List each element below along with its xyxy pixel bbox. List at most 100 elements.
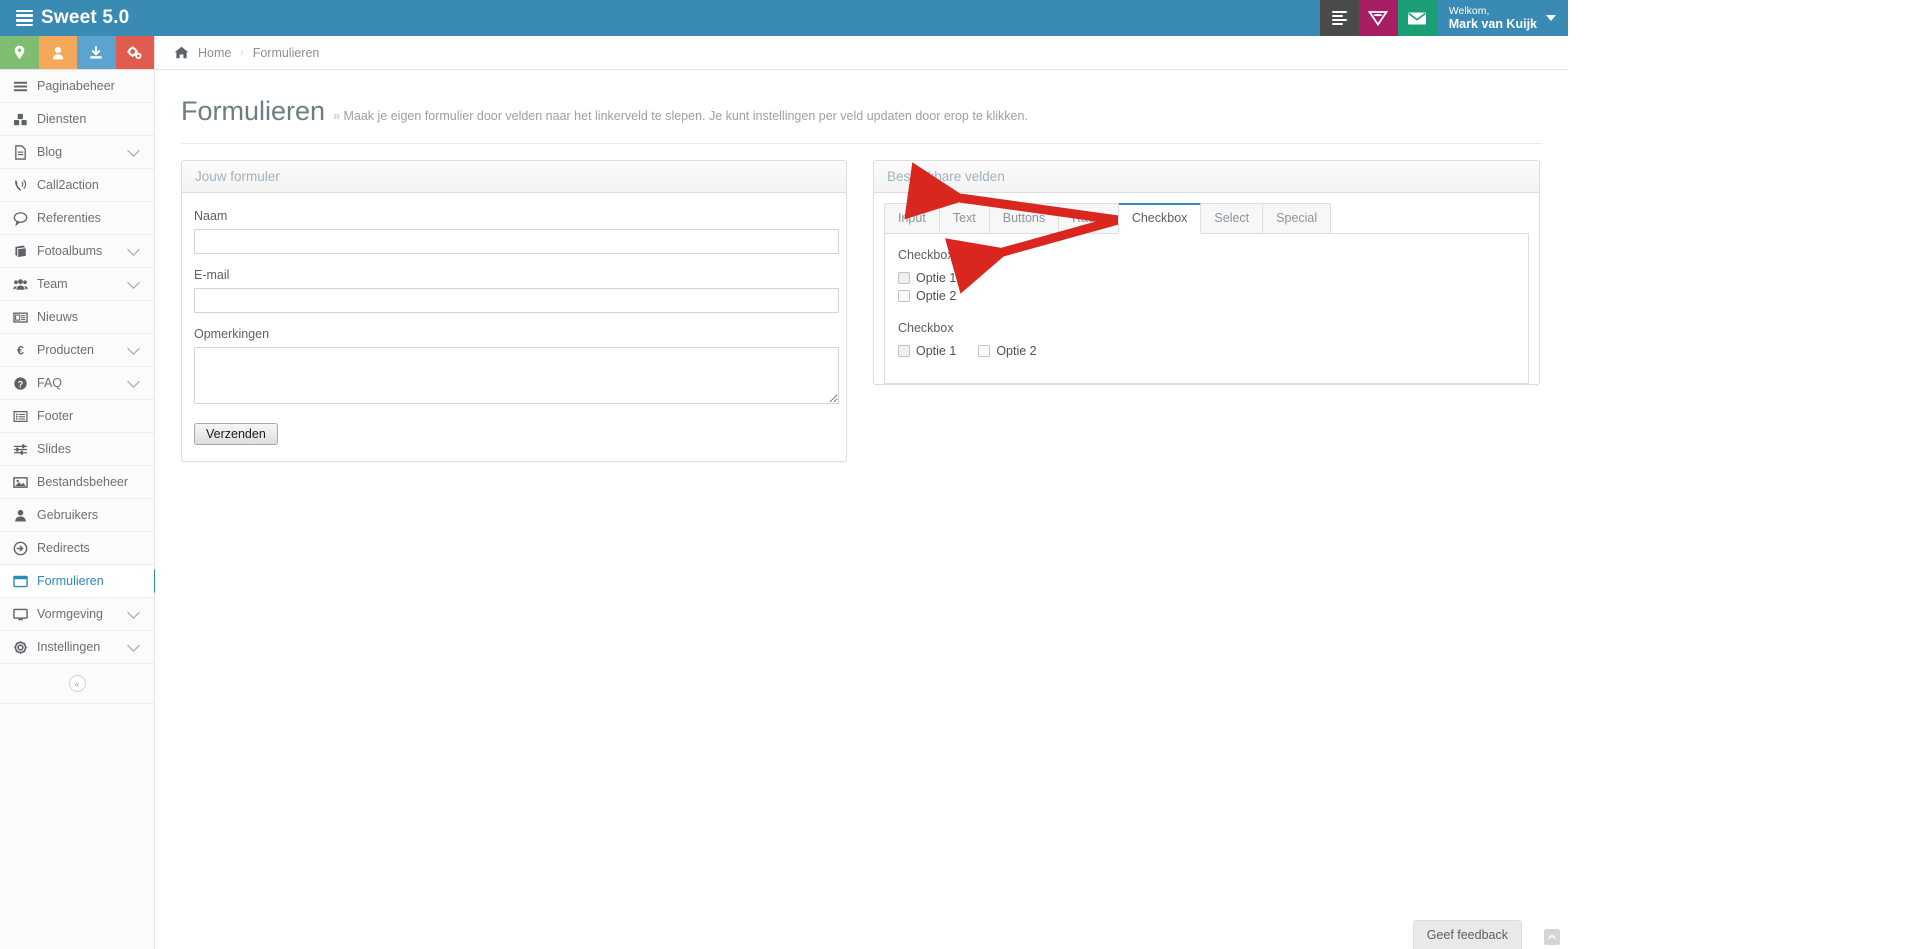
sidebar-item-blog[interactable]: Blog <box>0 136 154 169</box>
feedback-button[interactable]: Geef feedback <box>1412 920 1522 949</box>
checkbox-option[interactable]: Optie 1 <box>898 271 1515 285</box>
page-title: Formulieren <box>181 96 326 126</box>
mail-button[interactable] <box>1397 0 1437 36</box>
sidebar-collapse-button[interactable]: « <box>68 675 86 692</box>
available-fields-panel-title: Beschikbare velden <box>887 169 1005 184</box>
chevron-down-icon <box>127 143 140 157</box>
checkbox-icon[interactable] <box>978 344 991 357</box>
chevron-down-icon <box>1546 15 1556 21</box>
download-button[interactable] <box>77 36 116 69</box>
user-button[interactable] <box>38 36 77 69</box>
checkbox-tab-panel: Checkbox Optie 1 Optie 2 Checkbox Optie 1 Opt… <box>884 233 1529 384</box>
chevron-down-icon <box>127 242 140 256</box>
your-form-panel: Jouw formuler Naam E-mail Opmerkingen Verze… <box>181 160 847 462</box>
sidebar-item-producten[interactable]: € Producten <box>0 334 154 367</box>
tab-select[interactable]: Select <box>1200 203 1264 233</box>
naam-input[interactable] <box>194 229 839 254</box>
user-name: Mark van Kuijk <box>1448 16 1537 31</box>
sidebar-item-label: Fotoalbums <box>37 244 103 258</box>
sidebar-item-call2action[interactable]: Call2action <box>0 169 154 202</box>
location-pin-icon <box>14 45 25 60</box>
cog-icon <box>13 640 33 655</box>
scroll-to-top-button[interactable] <box>1544 929 1560 945</box>
sidebar-item-footer[interactable]: Footer <box>0 400 154 433</box>
sidebar-item-team[interactable]: Team <box>0 268 154 301</box>
location-button[interactable] <box>0 36 39 69</box>
sidebar-item-fotoalbums[interactable]: Fotoalbums <box>0 235 154 268</box>
hamburger-icon <box>13 79 33 94</box>
brand-title: Sweet 5.0 <box>41 7 130 28</box>
sidebar-item-vormgeving[interactable]: Vormgeving <box>0 598 154 631</box>
sidebar-item-gebruikers[interactable]: Gebruikers <box>0 499 154 532</box>
comment-icon <box>13 211 33 226</box>
e-mail-input[interactable] <box>194 288 839 313</box>
sidebar-item-label: Nieuws <box>37 310 78 324</box>
sidebar-item-faq[interactable]: ? FAQ <box>0 367 154 400</box>
body: Paginabeheer Diensten Blog Call2action Refer… <box>0 70 1568 949</box>
file-text-icon <box>13 144 33 160</box>
sidebar-item-label: FAQ <box>37 376 63 390</box>
checkbox-option[interactable]: Optie 2 <box>898 289 1515 303</box>
checkbox-icon[interactable] <box>898 289 910 302</box>
form-group-e-mail: E-mail <box>194 268 839 313</box>
checkbox-icon[interactable] <box>898 271 910 284</box>
book-icon <box>13 244 33 259</box>
tab-special[interactable]: Special <box>1262 203 1332 233</box>
tab-radio[interactable]: Radio <box>1058 203 1119 233</box>
settings-button[interactable] <box>115 36 154 69</box>
checkbox-group-title: Checkbox <box>898 247 954 262</box>
sidebar-item-label: Diensten <box>37 112 87 126</box>
users-icon <box>13 277 33 292</box>
top-bar: Sweet 5.0 Welkom, Mark van Kuijk <box>0 0 1568 36</box>
sidebar-item-paginabeheer[interactable]: Paginabeheer <box>0 70 154 103</box>
sidebar-item-formulieren[interactable]: Formulieren <box>0 565 154 598</box>
newspaper-icon <box>13 310 33 325</box>
sidebar-item-referenties[interactable]: Referenties <box>0 202 154 235</box>
breadcrumb-home[interactable]: Home <box>198 46 231 60</box>
your-form-panel-title: Jouw formuler <box>195 169 280 184</box>
form-group-opmerkingen: Opmerkingen <box>194 327 839 409</box>
sidebar-item-label: Producten <box>37 343 94 357</box>
svg-text:€: € <box>17 343 24 357</box>
app-viewport: Sweet 5.0 Welkom, Mark van Kuijk Home › … <box>0 0 1568 949</box>
tab-text[interactable]: Text <box>938 203 990 233</box>
sidebar-item-nieuws[interactable]: Nieuws <box>0 301 154 334</box>
sidebar-item-bestandsbeheer[interactable]: Bestandsbeheer <box>0 466 154 499</box>
sidebar-item-redirects[interactable]: Redirects <box>0 532 154 565</box>
checkbox-option[interactable]: Optie 1 <box>898 344 956 358</box>
brand-logo[interactable]: Sweet 5.0 <box>0 0 145 36</box>
available-fields-panel-header: Beschikbare velden <box>874 161 1539 193</box>
opmerkingen-input[interactable] <box>194 347 839 404</box>
window-icon <box>13 574 33 589</box>
sidebar-item-label: Team <box>37 277 68 291</box>
checkbox-option-label: Optie 2 <box>916 288 957 303</box>
main-content: Formulieren » Maak je eigen formulier do… <box>155 70 1568 949</box>
panels-row: Jouw formuler Naam E-mail Opmerkingen Verze… <box>155 144 1568 462</box>
superuser-badge-icon <box>1368 11 1389 26</box>
breadcrumb-current[interactable]: Formulieren <box>253 46 320 60</box>
sidebar-item-slides[interactable]: Slides <box>0 433 154 466</box>
sidebar-item-instellingen[interactable]: Instellingen <box>0 631 154 664</box>
checkbox-option-label: Optie 1 <box>916 270 957 285</box>
submit-button[interactable]: Verzenden <box>194 423 278 445</box>
checkbox-option[interactable]: Optie 2 <box>978 344 1037 358</box>
sidebar-item-label: Redirects <box>37 541 90 555</box>
sidebar-item-label: Slides <box>37 442 72 456</box>
tab-buttons[interactable]: Buttons <box>988 203 1060 233</box>
notes-button[interactable] <box>1319 0 1359 36</box>
superuser-button[interactable] <box>1358 0 1398 36</box>
your-form-panel-header: Jouw formuler <box>182 161 846 193</box>
arrow-circle-right-icon <box>13 541 33 556</box>
download-icon <box>90 45 102 59</box>
user-menu[interactable]: Welkom, Mark van Kuijk <box>1436 0 1568 36</box>
tab-checkbox[interactable]: Checkbox <box>1117 203 1202 233</box>
sidebar-item-label: Call2action <box>37 178 99 192</box>
tab-input[interactable]: Input <box>884 203 940 233</box>
checkbox-icon[interactable] <box>898 344 910 357</box>
page-subtitle: » Maak je eigen formulier door velden na… <box>333 109 1028 123</box>
euro-icon: € <box>13 343 33 358</box>
form-group-naam: Naam <box>194 209 839 254</box>
checkbox-option-label: Optie 1 <box>916 343 957 358</box>
sidebar-item-label: Instellingen <box>37 640 101 654</box>
sidebar-item-diensten[interactable]: Diensten <box>0 103 154 136</box>
